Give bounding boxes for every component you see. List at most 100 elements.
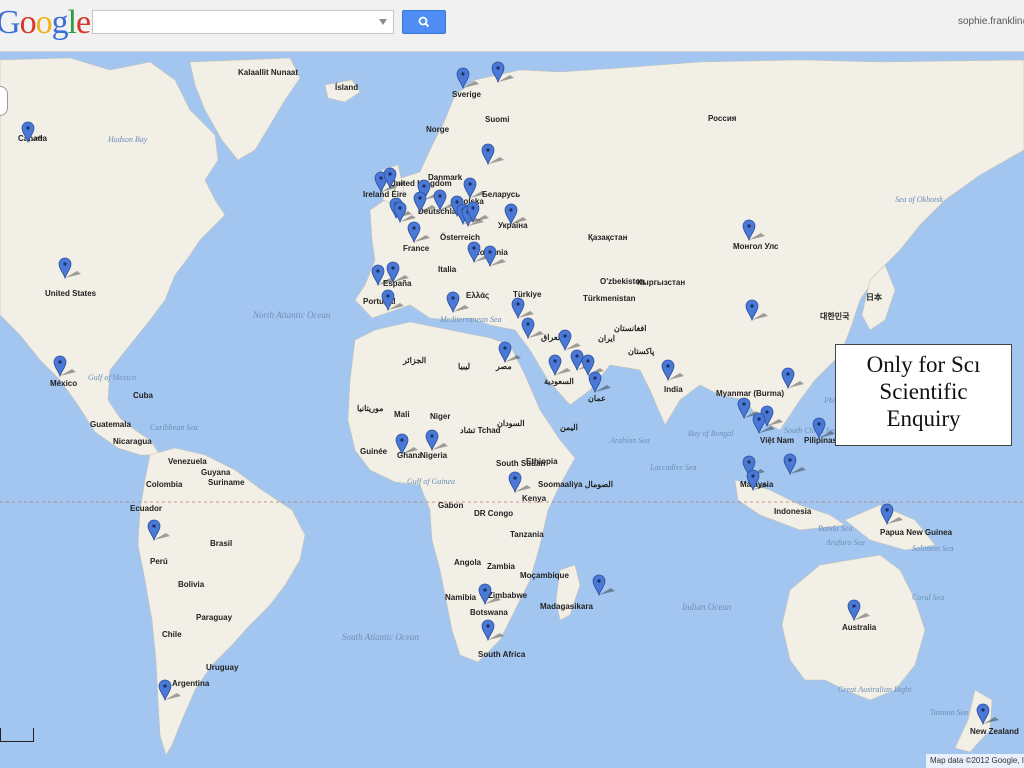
map-label: Ísland: [335, 83, 358, 92]
google-logo[interactable]: Google: [0, 4, 91, 42]
map-label: Moçambique: [520, 571, 569, 580]
map-label: Colombia: [146, 480, 183, 489]
map-label: Ghana: [397, 451, 422, 460]
map-label: Österreich: [440, 233, 480, 242]
map-label: Venezuela: [168, 457, 207, 466]
map-label: Chile: [162, 630, 182, 639]
map-label: United States: [45, 289, 97, 298]
map-label: السعودية: [544, 377, 574, 387]
logo-letter: G: [0, 4, 21, 41]
ocean-label: Indian Ocean: [681, 602, 732, 612]
map-label: ليبيا: [458, 362, 470, 371]
pan-control[interactable]: [0, 86, 8, 116]
note-line: Scientific: [879, 379, 968, 404]
sea-label: Gulf of Guinea: [407, 477, 455, 486]
map-label: Argentina: [172, 679, 210, 688]
map-label: Sverige: [452, 90, 481, 99]
map-label: مصر: [495, 362, 512, 372]
dropdown-arrow-icon[interactable]: [379, 19, 387, 25]
search-input[interactable]: [92, 10, 394, 34]
map-label: الجزائر: [402, 356, 426, 366]
sea-label: Bay of Bengal: [688, 429, 734, 438]
map-label: Ελλάς: [466, 291, 489, 300]
sea-label: Caribbean Sea: [150, 423, 198, 432]
map-label: Nicaragua: [113, 437, 152, 446]
map-label: Gabon: [438, 501, 463, 510]
map-label: پاکستان: [628, 347, 655, 357]
map-label: Suriname: [208, 478, 245, 487]
sea-label: Laccadive Sea: [649, 463, 696, 472]
map-label: 대한민국: [820, 311, 850, 321]
ocean-label: North Atlantic Ocean: [252, 310, 331, 320]
map-label: Ireland Éire: [363, 190, 407, 199]
map-label: تشاد Tchad: [460, 426, 501, 435]
map-label: Myanmar (Burma): [716, 389, 784, 398]
map-label: Canada: [18, 134, 47, 143]
logo-letter: e: [76, 4, 91, 41]
map-label: Soomaaliya الصومال: [538, 480, 613, 490]
map-label: Кыргызстан: [637, 278, 685, 287]
map-label: Ethiopia: [526, 457, 558, 466]
logo-letter: l: [67, 4, 78, 41]
logo-letter: o: [35, 4, 53, 41]
map-label: Mali: [394, 410, 410, 419]
map-label: Namibia: [445, 593, 477, 602]
sea-label: Hudson Bay: [107, 135, 148, 144]
sea-label: Sea of Okhotsk: [895, 195, 943, 204]
sea-label: Coral Sea: [912, 593, 944, 602]
map-label: اليمن: [560, 423, 578, 433]
map-label: India: [664, 385, 683, 394]
map-label: Монгол Улс: [733, 242, 779, 251]
map-label: Niger: [430, 412, 450, 421]
map-label: Paraguay: [196, 613, 233, 622]
map-label: Guatemala: [90, 420, 131, 429]
map-label: موريتانيا: [357, 404, 383, 414]
note-line: Only for Scı: [866, 352, 981, 377]
map-label: ایران: [598, 334, 615, 344]
map-label: DR Congo: [474, 509, 513, 518]
sea-label: Mediterranean Sea: [439, 315, 502, 324]
map-data-credit: Map data ©2012 Google, INEGI,: [926, 754, 1024, 768]
map-label: Suomi: [485, 115, 509, 124]
map-label: Беларусь: [482, 190, 520, 199]
map-label: Indonesia: [774, 507, 812, 516]
sea-label: Solomon Sea: [912, 544, 954, 553]
map-label: Danmark: [428, 173, 463, 182]
map-label: Россия: [708, 114, 737, 123]
sea-label: Arabian Sea: [609, 436, 650, 445]
scale-bar: [0, 728, 34, 742]
map-label: Kalaallit Nunaat: [238, 68, 298, 77]
map-label: France: [403, 244, 430, 253]
map-label: Madagasikara: [540, 602, 593, 611]
map-label: Papua New Guinea: [880, 528, 953, 537]
map-label: Kenya: [522, 494, 547, 503]
logo-letter: o: [19, 4, 37, 41]
logo-letter: g: [51, 4, 69, 41]
ocean-label: South Atlantic Ocean: [342, 632, 419, 642]
top-bar: Google sophie.franklin@br: [0, 0, 1024, 52]
map-label: South Africa: [478, 650, 526, 659]
map-label: Қазақстан: [588, 233, 628, 242]
map-label: Norge: [426, 125, 450, 134]
map-label: Україна: [498, 221, 528, 230]
map-label: New Zealand: [970, 727, 1019, 736]
map-label: Tanzania: [510, 530, 544, 539]
map-label: افغانستان: [614, 324, 646, 333]
map-label: Việt Nam: [760, 436, 794, 445]
user-email[interactable]: sophie.franklin@br: [958, 16, 1024, 27]
map-label: Türkmenistan: [583, 294, 636, 303]
map-label: Uruguay: [206, 663, 239, 672]
search-button[interactable]: [402, 10, 446, 34]
map-label: Bolivia: [178, 580, 205, 589]
map-label: 日本: [866, 292, 882, 302]
map-label: Guyana: [201, 468, 231, 477]
sea-label: Great Australian Bight: [838, 685, 912, 694]
map-label: Botswana: [470, 608, 508, 617]
map-label: عمان: [588, 394, 606, 403]
sea-label: Banda Sea: [818, 524, 852, 533]
map-label: Angola: [454, 558, 482, 567]
map-label: Australia: [842, 623, 877, 632]
sea-label: Tasman Sea: [930, 708, 968, 717]
sea-label: Gulf of Mexico: [88, 373, 136, 382]
search-icon: [418, 16, 430, 28]
